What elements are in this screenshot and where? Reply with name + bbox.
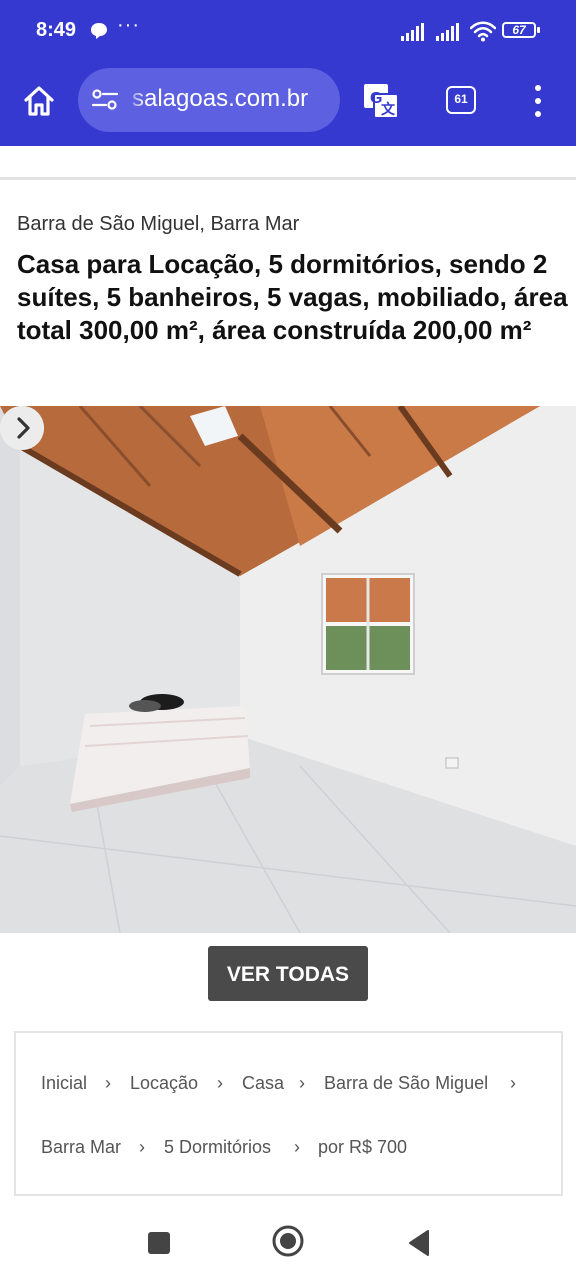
listing-title: Casa para Locação, 5 dormitórios, sendo …	[17, 249, 568, 345]
breadcrumb-link[interactable]: Casa	[242, 1073, 284, 1094]
status-more-icon: ···	[117, 14, 140, 36]
battery-nub	[537, 27, 540, 33]
battery-level: 67	[512, 23, 526, 37]
breadcrumb-link[interactable]: Locação	[130, 1073, 198, 1094]
message-icon	[91, 23, 107, 39]
chevron-right-icon: ›	[105, 1073, 111, 1093]
system-back-button[interactable]	[407, 1229, 429, 1257]
divider	[0, 177, 576, 180]
wifi-icon	[470, 21, 496, 42]
site-settings-icon[interactable]	[92, 89, 118, 111]
signal-icon	[401, 23, 424, 41]
breadcrumb-link[interactable]: Inicial	[41, 1073, 87, 1094]
chevron-right-icon: ›	[139, 1137, 145, 1157]
breadcrumb-link[interactable]: 5 Dormitórios	[164, 1137, 271, 1158]
home-icon[interactable]	[18, 80, 60, 122]
recent-apps-button[interactable]	[148, 1232, 170, 1254]
breadcrumb-link[interactable]: por R$ 700	[318, 1137, 407, 1158]
translate-icon[interactable]: G 文	[362, 82, 400, 120]
url-fade	[124, 68, 146, 132]
status-time: 8:49	[36, 19, 77, 41]
signal-icon-2	[436, 23, 459, 41]
chevron-right-icon: ›	[299, 1073, 305, 1093]
breadcrumb-link[interactable]: Barra Mar	[41, 1137, 121, 1158]
browser-toolbar: 8:49 ··· 67 salagoas.com.br G 文 61	[0, 0, 576, 146]
svg-text:文: 文	[381, 101, 396, 117]
breadcrumb-link[interactable]: Barra de São Miguel	[324, 1073, 488, 1094]
listing-location: Barra de São Miguel, Barra Mar	[17, 213, 300, 235]
gallery-next-button[interactable]	[0, 406, 44, 450]
chevron-right-icon: ›	[217, 1073, 223, 1093]
url-text: salagoas.com.br	[132, 85, 309, 112]
room-photo	[0, 406, 576, 933]
menu-icon[interactable]	[526, 84, 550, 118]
system-nav-bar	[0, 1208, 576, 1280]
system-home-button[interactable]	[272, 1225, 304, 1257]
chevron-right-icon: ›	[510, 1073, 516, 1093]
breadcrumb: Inicial › Locação › Casa › Barra de São …	[14, 1031, 563, 1196]
photo-gallery[interactable]	[0, 406, 576, 933]
tab-switcher-button[interactable]: 61	[446, 86, 476, 114]
view-all-photos-button[interactable]: VER TODAS	[208, 946, 368, 1001]
chevron-right-icon: ›	[294, 1137, 300, 1157]
address-bar[interactable]: salagoas.com.br	[78, 68, 340, 132]
